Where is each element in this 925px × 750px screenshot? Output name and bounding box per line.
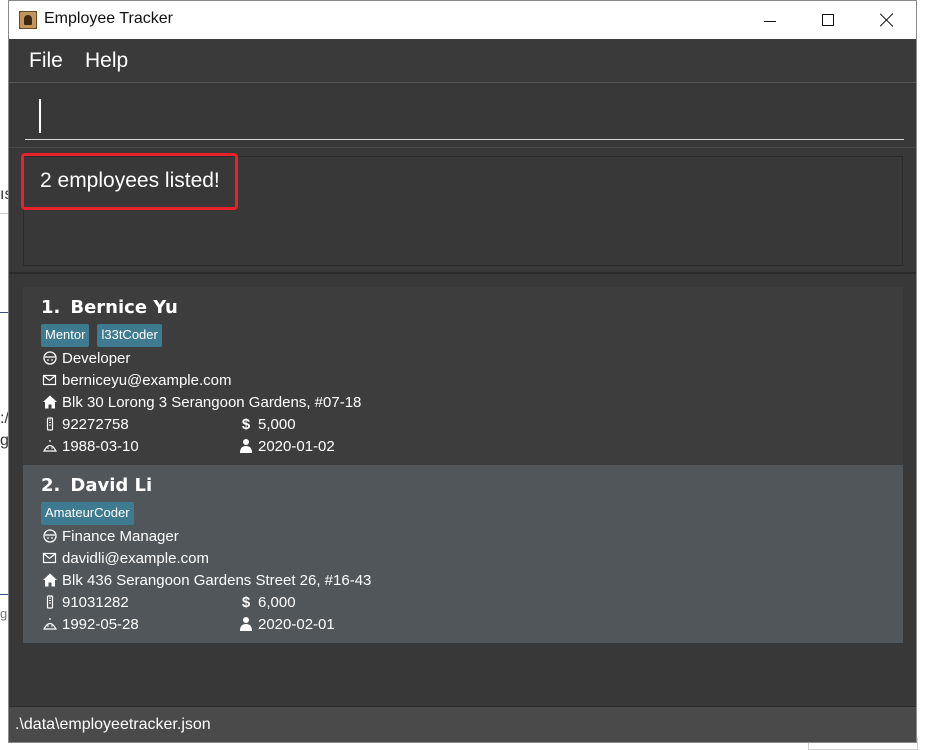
employee-role-row: Developer <box>41 347 903 369</box>
close-icon <box>880 13 894 27</box>
menu-help[interactable]: Help <box>85 49 128 73</box>
employee-dates-row: 1992-05-28 2020-02-01 <box>41 613 903 635</box>
home-icon <box>41 393 59 411</box>
app-window: Employee Tracker File Help 2 employees l… <box>8 0 917 743</box>
text-caret <box>39 99 41 133</box>
home-icon <box>41 571 59 589</box>
email-icon <box>41 549 59 567</box>
salary-group: $ 6,000 <box>237 593 296 611</box>
employee-name: Bernice Yu <box>70 297 178 318</box>
status-bar: .\data\employeetracker.json <box>9 706 916 742</box>
employee-salary: 5,000 <box>258 415 296 433</box>
employee-address-row: Blk 30 Lorong 3 Serangoon Gardens, #07-1… <box>41 391 903 413</box>
employee-role-row: Finance Manager <box>41 525 903 547</box>
salary-group: $ 5,000 <box>237 415 296 433</box>
tag-list: AmateurCoder <box>41 502 903 525</box>
employee-start-date: 2020-02-01 <box>258 615 335 633</box>
employee-email: davidli@example.com <box>62 549 209 567</box>
employee-card[interactable]: 1. Bernice Yu Mentor l33tCoder Developer … <box>23 287 903 465</box>
save-file-path: .\data\employeetracker.json <box>15 716 211 733</box>
menu-file[interactable]: File <box>29 49 63 73</box>
background-text-fragment: g <box>0 606 8 621</box>
person-icon <box>237 437 255 455</box>
employee-dates-row: 1988-03-10 2020-01-02 <box>41 435 903 457</box>
title-bar: Employee Tracker <box>9 1 916 39</box>
employee-phone-salary-row: 92272758 $ 5,000 <box>41 413 903 435</box>
tag: AmateurCoder <box>41 502 134 525</box>
employee-birthday: 1992-05-28 <box>62 615 139 633</box>
close-button[interactable] <box>858 1 916 39</box>
employee-phone: 91031282 <box>62 593 129 611</box>
employee-phone-salary-row: 91031282 $ 6,000 <box>41 591 903 613</box>
role-icon <box>41 349 59 367</box>
phone-icon <box>41 593 59 611</box>
background-divider <box>0 594 8 595</box>
employee-phone: 92272758 <box>62 415 129 433</box>
window-title: Employee Tracker <box>44 10 173 27</box>
email-icon <box>41 371 59 389</box>
tag: l33tCoder <box>97 324 162 347</box>
employee-list: 1. Bernice Yu Mentor l33tCoder Developer … <box>23 287 903 643</box>
employee-address: Blk 436 Serangoon Gardens Street 26, #16… <box>62 571 372 589</box>
employee-index: 2. <box>41 475 61 496</box>
dollar-icon: $ <box>241 593 251 611</box>
employee-address-row: Blk 436 Serangoon Gardens Street 26, #16… <box>41 569 903 591</box>
tag-list: Mentor l33tCoder <box>41 324 903 347</box>
tag: Mentor <box>41 324 90 347</box>
minimize-button[interactable] <box>741 1 799 39</box>
start-date-group: 2020-01-02 <box>237 437 335 455</box>
dollar-icon: $ <box>241 415 251 433</box>
annotation-highlight <box>21 153 238 210</box>
employee-email: berniceyu@example.com <box>62 371 232 389</box>
background-divider <box>0 213 8 214</box>
maximize-button[interactable] <box>799 1 857 39</box>
phone-icon <box>41 415 59 433</box>
person-icon <box>237 615 255 633</box>
employee-role: Developer <box>62 349 131 367</box>
employee-salary: 6,000 <box>258 593 296 611</box>
minimize-icon <box>764 20 776 22</box>
employee-address: Blk 30 Lorong 3 Serangoon Gardens, #07-1… <box>62 393 362 411</box>
employee-birthday: 1988-03-10 <box>62 437 139 455</box>
background-divider <box>0 312 8 313</box>
birthday-cake-icon <box>41 615 59 633</box>
employee-card[interactable]: 2. David Li AmateurCoder Finance Manager … <box>23 465 903 643</box>
maximize-icon <box>822 14 834 26</box>
menu-bar: File Help <box>9 39 916 83</box>
employee-name: David Li <box>70 475 153 496</box>
employee-email-row: davidli@example.com <box>41 547 903 569</box>
employee-email-row: berniceyu@example.com <box>41 369 903 391</box>
command-box-area <box>9 84 916 148</box>
employee-name-row: 2. David Li <box>41 475 903 499</box>
app-icon <box>19 11 37 29</box>
section-divider <box>9 272 916 274</box>
birthday-cake-icon <box>41 437 59 455</box>
role-icon <box>41 527 59 545</box>
employee-start-date: 2020-01-02 <box>258 437 335 455</box>
command-input[interactable] <box>25 96 904 140</box>
employee-role: Finance Manager <box>62 527 179 545</box>
employee-index: 1. <box>41 297 61 318</box>
start-date-group: 2020-02-01 <box>237 615 335 633</box>
employee-name-row: 1. Bernice Yu <box>41 297 903 321</box>
